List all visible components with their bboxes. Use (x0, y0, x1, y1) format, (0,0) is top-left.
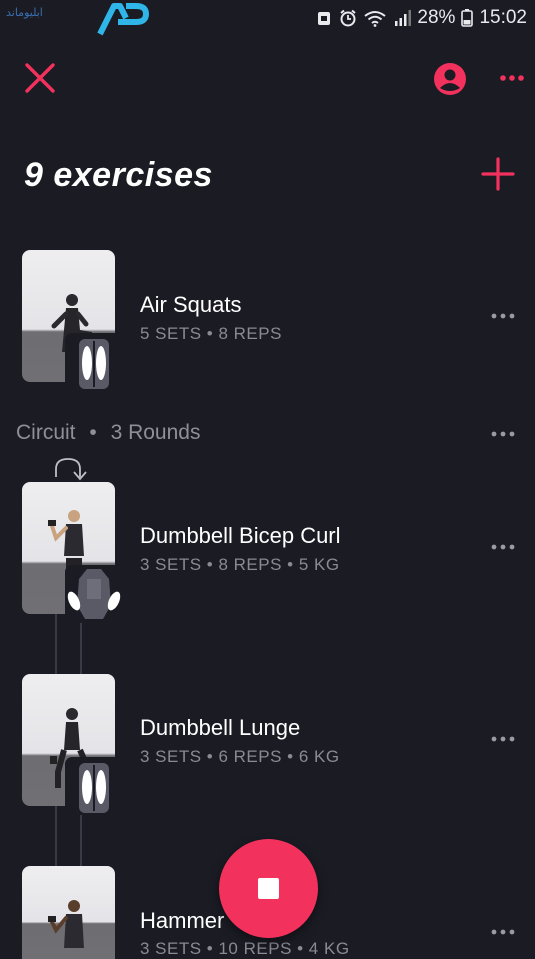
status-bar: ابلیوماند 28% 15:02 (0, 0, 535, 36)
wifi-icon (364, 11, 387, 27)
ap-logo (97, 3, 149, 36)
quads-icon (79, 763, 109, 813)
more-icon[interactable] (486, 537, 520, 557)
signal-icon (395, 10, 412, 26)
exercise-meta: 3 SETS • 8 REPS • 5 KG (140, 555, 340, 574)
circuit-rounds: 3 Rounds (110, 421, 201, 444)
page-title: 9 exercises (24, 156, 213, 194)
exercise-thumbnail (22, 866, 115, 959)
stop-workout-button[interactable] (219, 839, 318, 938)
more-icon[interactable] (486, 424, 520, 444)
muscle-diagram (65, 565, 123, 623)
watermark: ابلیوماند (6, 2, 156, 36)
plus-icon[interactable] (480, 156, 516, 192)
lock-icon (318, 12, 331, 25)
circuit-label: Circuit (16, 421, 76, 444)
exercise-meta: 3 SETS • 6 REPS • 6 KG (140, 747, 340, 766)
clock: 15:02 (479, 7, 527, 28)
loop-icon (55, 458, 87, 481)
alarm-icon (340, 9, 357, 27)
more-icon[interactable] (494, 60, 530, 96)
exercise-row[interactable]: Dumbbell Bicep Curl 3 SETS • 8 REPS • 5 … (0, 482, 535, 623)
athlete-image (48, 900, 84, 948)
exercise-name: Air Squats (140, 292, 242, 317)
close-icon[interactable] (22, 60, 58, 96)
exercise-name: Dumbbell Lunge (140, 715, 301, 740)
more-icon[interactable] (486, 729, 520, 749)
exercise-name: Hammer (140, 908, 225, 933)
quads-icon (79, 339, 109, 389)
exercise-name: Dumbbell Bicep Curl (140, 523, 341, 548)
battery-percent: 28% (417, 7, 456, 28)
watermark-text: ابلیوماند (6, 6, 43, 19)
status-indicators: 28% 15:02 (315, 5, 527, 31)
profile-icon[interactable] (432, 61, 468, 97)
stop-icon (258, 878, 279, 899)
circuit-header: Circuit • 3 Rounds (16, 421, 200, 445)
muscle-diagram (65, 333, 123, 391)
exercise-meta: 5 SETS • 8 REPS (140, 324, 282, 343)
more-icon[interactable] (486, 922, 520, 942)
more-icon[interactable] (486, 306, 520, 326)
battery-icon (461, 9, 474, 27)
biceps-icon (67, 569, 121, 619)
exercise-row[interactable]: Air Squats 5 SETS • 8 REPS (0, 250, 535, 391)
exercise-meta: 3 SETS • 10 REPS • 4 KG (140, 939, 350, 958)
circuit-separator: • (89, 421, 97, 444)
circuit-line (80, 806, 82, 868)
exercise-row[interactable]: Dumbbell Lunge 3 SETS • 6 REPS • 6 KG (0, 674, 535, 815)
muscle-diagram (65, 757, 123, 815)
